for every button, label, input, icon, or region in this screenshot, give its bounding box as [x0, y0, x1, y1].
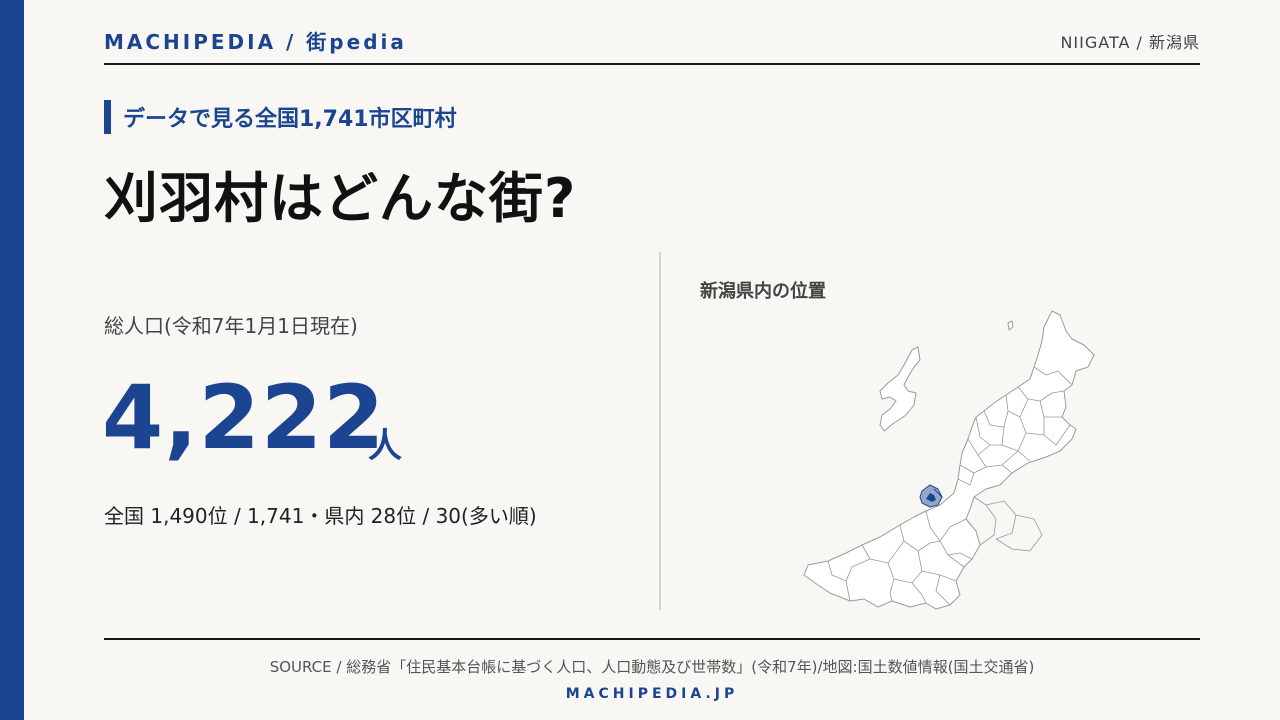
subtitle: データで見る全国1,741市区町村: [123, 107, 457, 132]
population-label: 総人口(令和7年1月1日現在): [104, 314, 358, 338]
subtitle-marker: [104, 100, 111, 134]
vertical-divider: [659, 252, 661, 610]
footer-domain: MACHIPEDIA.JP: [565, 686, 739, 702]
slide: MACHIPEDIA / 街pedia NIIGATA / 新潟県 データで見る…: [0, 0, 1280, 720]
sado-island: [879, 346, 921, 432]
prefecture-mainland: [803, 310, 1095, 610]
accent-sidebar-bar: [0, 0, 24, 720]
population-value: 4,222: [102, 366, 386, 469]
header-brand: MACHIPEDIA / 街pedia: [104, 30, 407, 54]
header-region: NIIGATA / 新潟県: [1060, 33, 1200, 52]
niigata-map: [803, 310, 1095, 610]
population-unit: 人: [368, 426, 402, 466]
header-divider: [104, 63, 1200, 65]
map-title: 新潟県内の位置: [700, 281, 826, 302]
awashima-island: [1007, 320, 1014, 331]
source-note: SOURCE / 総務省「住民基本台帳に基づく人口、人口動態及び世帯数」(令和7…: [269, 658, 1035, 676]
footer-divider: [104, 638, 1200, 640]
population-rank: 全国 1,490位 / 1,741・県内 28位 / 30(多い順): [104, 504, 537, 528]
page-title: 刈羽村はどんな街?: [104, 167, 577, 230]
kariwa-village-highlight: [919, 484, 943, 508]
